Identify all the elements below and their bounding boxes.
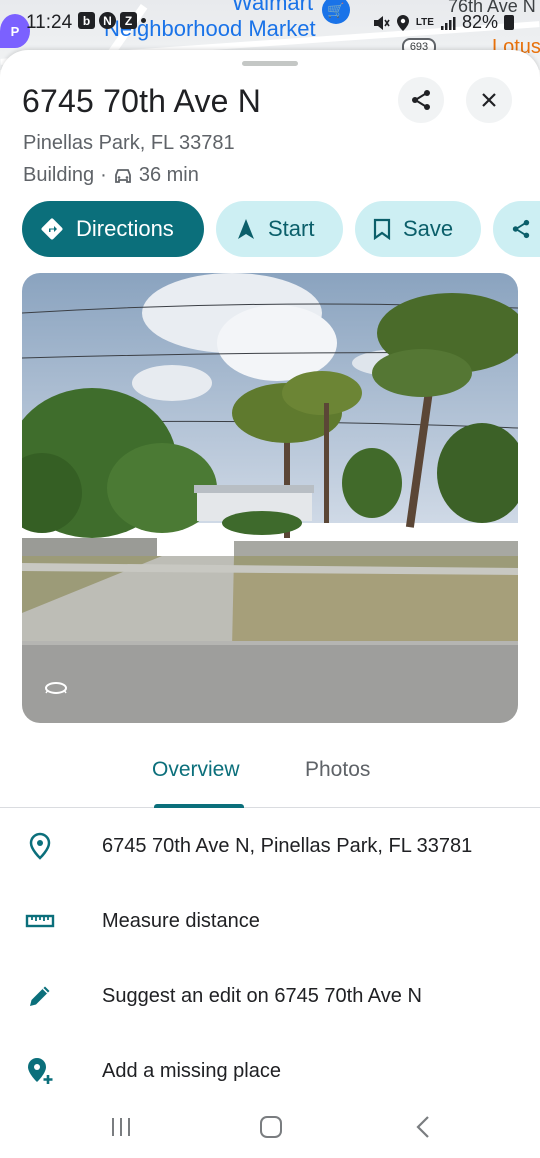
address-row[interactable]: 6745 70th Ave N, Pinellas Park, FL 33781: [0, 816, 540, 876]
full-address: 6745 70th Ave N, Pinellas Park, FL 33781: [102, 834, 473, 857]
close-button[interactable]: [466, 77, 512, 123]
car-icon: [114, 168, 131, 183]
tab-overview[interactable]: Overview: [152, 758, 240, 782]
add-place-icon: [24, 1055, 56, 1087]
close-icon: [482, 93, 496, 107]
directions-icon: [41, 218, 63, 240]
bookmark-icon: [373, 218, 391, 240]
place-title: 6745 70th Ave N: [22, 83, 262, 119]
start-label: Start: [268, 216, 315, 241]
measure-distance-label: Measure distance: [102, 909, 260, 932]
share-icon: [512, 219, 530, 239]
add-missing-place-label: Add a missing place: [102, 1059, 281, 1082]
meta-separator: ·: [100, 164, 107, 186]
location-pin-icon: [24, 830, 56, 862]
ruler-icon: [24, 905, 56, 937]
place-meta: Building · 36 min: [23, 164, 199, 187]
directions-button[interactable]: Directions: [22, 201, 204, 257]
place-address: Pinellas Park, FL 33781: [23, 132, 235, 154]
place-bottom-sheet[interactable]: 6745 70th Ave N Pinellas Park, FL 33781 …: [0, 50, 540, 1158]
street-view-image: [22, 273, 518, 723]
home-button[interactable]: [256, 1112, 286, 1142]
drag-handle[interactable]: [242, 61, 298, 66]
action-chips: Directions Start Save: [22, 201, 540, 257]
place-category: Building: [23, 164, 95, 186]
location-icon: [396, 14, 409, 31]
back-button[interactable]: [408, 1112, 438, 1142]
system-nav-bar: [0, 1098, 540, 1158]
start-button[interactable]: Start: [216, 201, 343, 257]
battery-icon: [504, 15, 514, 30]
signal-icon: [440, 16, 456, 30]
navigation-arrow-icon: [238, 219, 254, 239]
share-icon: [412, 90, 430, 110]
status-right: LTE 82%: [372, 12, 514, 33]
drive-time: 36 min: [138, 164, 199, 186]
pencil-icon: [24, 980, 56, 1012]
save-button[interactable]: Save: [355, 201, 481, 257]
share-button[interactable]: [398, 77, 444, 123]
save-label: Save: [403, 216, 454, 241]
suggest-edit-row[interactable]: Suggest an edit on 6745 70th Ave N: [0, 966, 540, 1026]
suggest-edit-label: Suggest an edit on 6745 70th Ave N: [102, 984, 422, 1007]
mute-icon: [373, 15, 390, 30]
notification-n-icon: N: [99, 12, 116, 29]
street-view-360-icon[interactable]: [44, 681, 68, 695]
measure-distance-row[interactable]: Measure distance: [0, 891, 540, 951]
notification-b-icon: b: [78, 12, 95, 29]
status-bar: 11:24 b N Z LTE 82%: [0, 0, 540, 44]
notification-icons: b N Z: [78, 12, 146, 29]
tab-indicator: [154, 804, 244, 808]
tab-bar: Overview Photos: [0, 750, 540, 808]
add-missing-place-row[interactable]: Add a missing place: [0, 1041, 540, 1101]
notification-z-icon: Z: [120, 12, 137, 29]
recent-apps-icon: [112, 1118, 130, 1136]
directions-label: Directions: [76, 216, 174, 241]
share-chip-button[interactable]: [493, 201, 540, 257]
home-icon: [260, 1116, 282, 1138]
tab-photos[interactable]: Photos: [305, 758, 370, 782]
back-icon: [416, 1116, 429, 1138]
network-type: LTE: [415, 17, 434, 28]
status-time: 11:24: [26, 12, 73, 33]
battery-percent: 82%: [461, 12, 498, 32]
more-notifications-icon: [141, 18, 146, 23]
recent-apps-button[interactable]: [106, 1112, 136, 1142]
street-view-photo[interactable]: [22, 273, 518, 723]
